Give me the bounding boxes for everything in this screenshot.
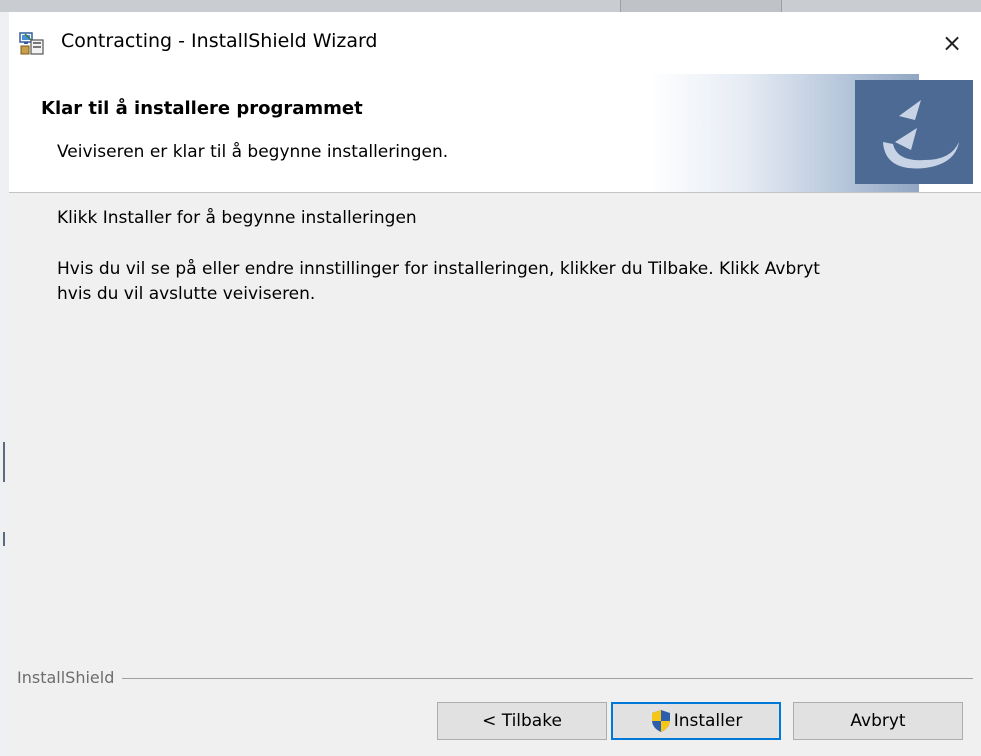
installshield-brand-label: InstallShield: [17, 668, 123, 687]
title-bar: Contracting - InstallShield Wizard ×: [9, 12, 981, 74]
background-tab: [620, 0, 782, 12]
close-button[interactable]: ×: [929, 20, 975, 66]
cancel-button-label: Avbryt: [850, 711, 906, 731]
installer-computer-icon: [19, 32, 44, 55]
instruction-text: Klikk Installer for å begynne installeri…: [57, 208, 417, 228]
footer-divider: [17, 678, 973, 679]
banner-subtitle: Veiviseren er klar til å begynne install…: [57, 142, 449, 162]
install-button-label: Installer: [673, 711, 743, 731]
back-button[interactable]: < Tilbake: [437, 702, 607, 740]
edge-mark: [3, 532, 5, 546]
window-title: Contracting - InstallShield Wizard: [61, 30, 378, 52]
installer-window: Contracting - InstallShield Wizard × Kla…: [9, 12, 981, 756]
install-button[interactable]: Installer: [611, 702, 781, 740]
close-icon: ×: [941, 29, 963, 57]
edge-mark: [3, 442, 5, 482]
uac-shield-icon: [651, 710, 670, 732]
header-banner: Klar til å installere programmet Veivise…: [9, 74, 981, 193]
back-button-label: < Tilbake: [482, 711, 562, 731]
background-window-strip: [0, 0, 981, 12]
description-line-2: hvis du vil avslutte veiviseren.: [57, 284, 316, 304]
background-left-edge: [0, 12, 9, 756]
cancel-button[interactable]: Avbryt: [793, 702, 963, 740]
installshield-swirl-icon: [855, 80, 973, 184]
description-line-1: Hvis du vil se på eller endre innstillin…: [57, 259, 820, 279]
banner-title: Klar til å installere programmet: [41, 98, 363, 119]
